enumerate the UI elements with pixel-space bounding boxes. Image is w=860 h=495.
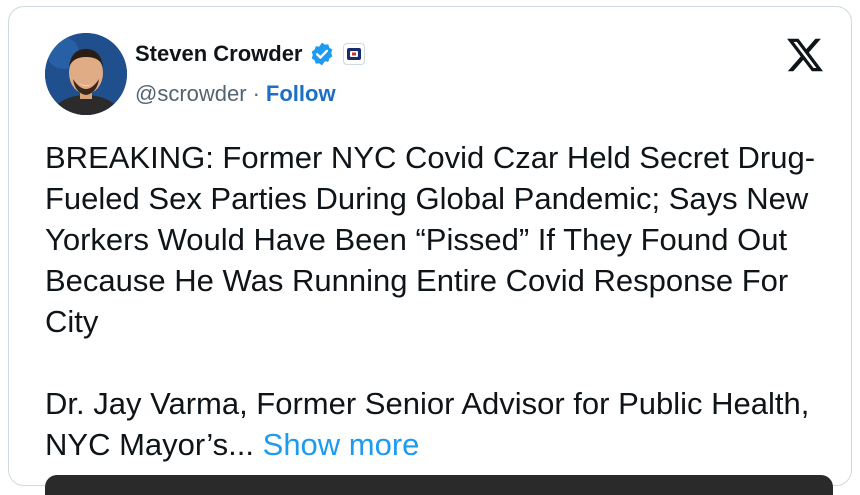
affiliate-badge-icon[interactable] bbox=[342, 43, 365, 65]
avatar[interactable] bbox=[45, 33, 127, 115]
show-more-link[interactable]: Show more bbox=[263, 427, 420, 462]
author-name-row: Steven Crowder bbox=[135, 41, 365, 67]
media-preview[interactable] bbox=[45, 475, 833, 495]
x-logo-icon[interactable] bbox=[785, 35, 825, 75]
tweet-paragraph-1: BREAKING: Former NYC Covid Czar Held Sec… bbox=[45, 140, 816, 339]
separator-dot: · bbox=[252, 81, 260, 106]
tweet-text: BREAKING: Former NYC Covid Czar Held Sec… bbox=[45, 137, 845, 465]
tweet-card: Steven Crowder @scrowder · Follow BREAKI… bbox=[8, 6, 852, 495]
avatar-image bbox=[45, 33, 127, 115]
follow-link[interactable]: Follow bbox=[266, 81, 336, 107]
author-handle-row: @scrowder · Follow bbox=[135, 81, 336, 107]
author-name[interactable]: Steven Crowder bbox=[135, 41, 303, 67]
author-handle[interactable]: @scrowder bbox=[135, 81, 247, 107]
tweet-paragraph-2: Dr. Jay Varma, Former Senior Advisor for… bbox=[45, 383, 845, 465]
verified-badge-icon bbox=[309, 41, 335, 67]
tweet-paragraph-2-text: Dr. Jay Varma, Former Senior Advisor for… bbox=[45, 386, 810, 462]
